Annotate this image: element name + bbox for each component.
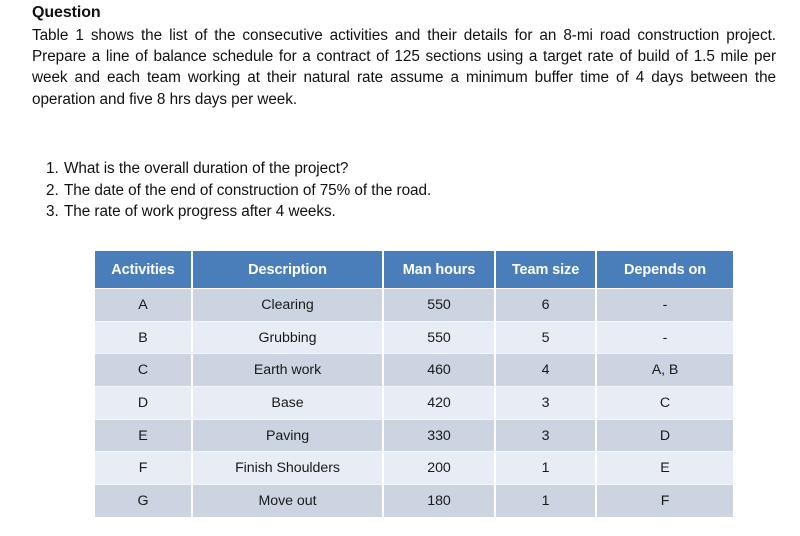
list-item: 1. What is the overall duration of the pr… — [46, 158, 746, 180]
column-header-man-hours: Man hours — [383, 251, 496, 289]
cell-team-size: 6 — [495, 288, 597, 322]
list-item: 3. The rate of work progress after 4 week… — [46, 201, 746, 223]
cell-activity: G — [95, 484, 193, 517]
cell-team-size: 5 — [495, 321, 597, 355]
list-item-number: 3. — [46, 203, 59, 220]
activities-table: Activities Description Man hours Team si… — [95, 251, 733, 517]
table-row: B Grubbing 550 5 - — [95, 321, 733, 355]
activities-table-container: Activities Description Man hours Team si… — [95, 251, 733, 517]
table-row: E Paving 330 3 D — [95, 419, 733, 453]
list-item-label: What is the overall duration of the proj… — [64, 160, 349, 177]
cell-man-hours: 180 — [383, 484, 496, 517]
cell-activity: E — [95, 419, 193, 453]
table-header-row: Activities Description Man hours Team si… — [95, 251, 733, 289]
table-body: A Clearing 550 6 - B Grubbing 550 5 - C … — [95, 288, 733, 517]
table-row: G Move out 180 1 F — [95, 484, 733, 517]
cell-man-hours: 420 — [383, 386, 496, 420]
table-row: D Base 420 3 C — [95, 386, 733, 420]
cell-team-size: 3 — [495, 419, 597, 453]
cell-activity: D — [95, 386, 193, 420]
question-list: 1. What is the overall duration of the pr… — [46, 158, 746, 223]
cell-description: Paving — [192, 419, 384, 453]
cell-depends-on: A, B — [596, 353, 733, 388]
cell-man-hours: 200 — [383, 451, 496, 486]
cell-team-size: 1 — [495, 484, 597, 517]
cell-description: Clearing — [192, 288, 384, 322]
cell-man-hours: 550 — [383, 321, 496, 355]
cell-depends-on: - — [596, 288, 733, 322]
column-header-team-size: Team size — [495, 251, 597, 289]
cell-description: Base — [192, 386, 384, 420]
list-item-number: 1. — [46, 160, 59, 177]
cell-description: Finish Shoulders — [192, 451, 384, 486]
column-header-depends-on: Depends on — [596, 251, 733, 289]
document-page: Question Table 1 shows the list of the c… — [0, 0, 800, 536]
cell-description: Earth work — [192, 353, 384, 388]
cell-man-hours: 330 — [383, 419, 496, 453]
cell-man-hours: 460 — [383, 353, 496, 388]
cell-depends-on: E — [596, 451, 733, 486]
cell-depends-on: F — [596, 484, 733, 517]
list-item-label: The rate of work progress after 4 weeks. — [64, 203, 336, 220]
cell-team-size: 4 — [495, 353, 597, 388]
cell-activity: C — [95, 353, 193, 388]
list-item-number: 2. — [46, 181, 59, 199]
cell-activity: A — [95, 288, 193, 322]
table-row: F Finish Shoulders 200 1 E — [95, 451, 733, 486]
cell-description: Grubbing — [192, 321, 384, 355]
cell-depends-on: D — [596, 419, 733, 453]
list-item: 2. The date of the end of construction of… — [46, 180, 746, 202]
column-header-description: Description — [192, 251, 384, 289]
table-row: C Earth work 460 4 A, B — [95, 353, 733, 388]
column-header-activities: Activities — [95, 251, 193, 289]
cell-team-size: 3 — [495, 386, 597, 420]
cell-man-hours: 550 — [383, 288, 496, 322]
table-row: A Clearing 550 6 - — [95, 288, 733, 322]
cell-activity: F — [95, 451, 193, 486]
cell-activity: B — [95, 321, 193, 355]
cell-team-size: 1 — [495, 451, 597, 486]
page-title: Question — [32, 4, 101, 21]
cell-depends-on: - — [596, 321, 733, 355]
table-header: Activities Description Man hours Team si… — [95, 251, 733, 289]
list-item-label: The date of the end of construction of 7… — [64, 181, 432, 199]
cell-description: Move out — [192, 484, 384, 517]
question-paragraph: Table 1 shows the list of the consecutiv… — [32, 27, 776, 108]
cell-depends-on: C — [596, 386, 733, 420]
